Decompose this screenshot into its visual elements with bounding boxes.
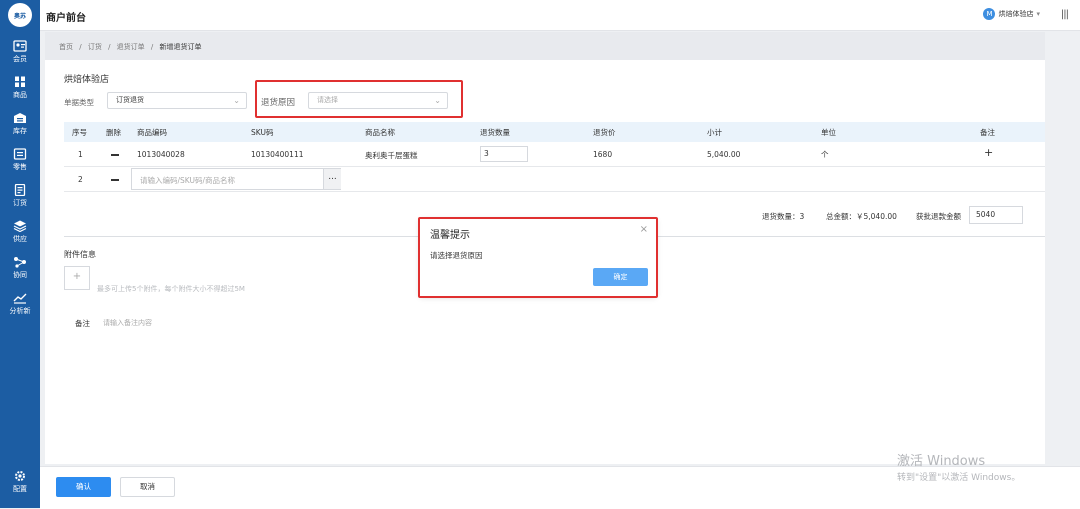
sidebar-item-analysis[interactable]: 分析新: [0, 288, 40, 324]
row-sku: 10130400111: [251, 150, 304, 159]
breadcrumb-return-orders[interactable]: 退货订单: [117, 43, 145, 51]
row-divider: [64, 166, 1045, 167]
remark-label: 备注: [75, 319, 90, 328]
col-index: 序号: [72, 128, 87, 137]
store-switcher[interactable]: M 烘焙体验店 ▾: [983, 8, 1040, 20]
add-note-icon[interactable]: +: [984, 146, 993, 159]
col-price: 退货价: [593, 128, 616, 137]
sidebar-item-inventory[interactable]: 库存: [0, 108, 40, 144]
dialog-highlight: [418, 217, 658, 298]
inventory-icon: [14, 113, 26, 123]
breadcrumb-current: 新增退货订单: [159, 43, 202, 51]
layers-icon: [13, 220, 27, 232]
row-unit: 个: [821, 150, 829, 159]
reason-highlight: [255, 80, 463, 118]
upload-button[interactable]: +: [64, 266, 90, 290]
menu-icon[interactable]: |||: [1061, 9, 1069, 20]
col-name: 商品名称: [365, 128, 395, 137]
store-name: 烘焙体验店: [998, 10, 1034, 18]
col-unit: 单位: [821, 128, 836, 137]
breadcrumb: 首页 / 订货 / 退货订单 / 新增退货订单: [45, 32, 1045, 60]
collaborate-icon: [14, 257, 26, 268]
logo-text: 奥苏: [13, 12, 26, 20]
doc-type-label: 单据类型: [64, 98, 94, 107]
row-name: 奥利奥千层蛋糕: [365, 151, 418, 160]
row-subtotal: 5,040.00: [707, 150, 741, 159]
col-subtotal: 小计: [707, 128, 722, 137]
row-code: 1013040028: [137, 150, 185, 159]
row-price: 1680: [593, 150, 613, 159]
sidebar-item-config[interactable]: 配置: [0, 466, 40, 502]
summary-total: 总金额：￥5,040.00: [826, 212, 897, 221]
sidebar-item-label: 分析新: [9, 307, 31, 315]
breadcrumb-separator: /: [150, 43, 154, 51]
store-avatar: M: [983, 8, 996, 20]
confirm-button[interactable]: 确认: [56, 477, 111, 497]
product-search-input[interactable]: 请输入编码/SKU码/商品名称: [131, 168, 341, 190]
sidebar-item-member[interactable]: 会员: [0, 36, 40, 72]
sidebar-item-label: 库存: [13, 127, 27, 135]
doc-type-value: 订货退货: [116, 96, 144, 104]
sidebar-item-label: 配置: [13, 485, 27, 493]
sidebar-item-label: 会员: [13, 55, 27, 63]
product-search-placeholder: 请输入编码/SKU码/商品名称: [140, 176, 236, 185]
order-icon: [14, 184, 26, 196]
sidebar: 奥苏 会员 商品 库存 零售 订货 供应 协同 分析新 配置: [0, 0, 40, 508]
breadcrumb-home[interactable]: 首页: [59, 43, 73, 51]
doc-type-select[interactable]: 订货退货 ⌄: [107, 92, 247, 109]
refund-input[interactable]: 5040: [969, 206, 1023, 224]
gear-icon: [15, 471, 25, 481]
sidebar-item-supply[interactable]: 供应: [0, 216, 40, 252]
qty-input[interactable]: 3: [480, 146, 528, 162]
shop-name: 烘焙体验店: [64, 75, 110, 85]
breadcrumb-separator: /: [108, 43, 111, 51]
watermark-line1: 激活 Windows: [897, 454, 986, 469]
chart-icon: [13, 293, 27, 304]
attachment-hint: 最多可上传5个附件，每个附件大小不得超过5M: [97, 285, 245, 293]
sidebar-item-label: 零售: [13, 163, 27, 171]
watermark-line2: 转到"设置"以激活 Windows。: [897, 473, 1021, 483]
col-code: 商品编码: [137, 128, 167, 137]
row-divider: [64, 191, 1045, 192]
chevron-down-icon: ▾: [1036, 10, 1040, 18]
minus-icon[interactable]: [111, 154, 119, 156]
sidebar-item-label: 商品: [13, 91, 27, 99]
cancel-button[interactable]: 取消: [120, 477, 175, 497]
table-header: [64, 122, 1045, 142]
col-delete: 删除: [106, 128, 121, 137]
row-index: 2: [78, 175, 83, 184]
row-index: 1: [78, 150, 83, 159]
summary-qty: 退货数量：3: [762, 212, 805, 221]
minus-icon[interactable]: [111, 179, 119, 181]
top-bar: 商户前台 M 烘焙体验店 ▾ |||: [40, 0, 1080, 31]
attachment-title: 附件信息: [64, 250, 96, 259]
chevron-down-icon: ⌄: [233, 96, 240, 105]
app-title: 商户前台: [46, 13, 86, 24]
sidebar-item-goods[interactable]: 商品: [0, 72, 40, 108]
sidebar-item-label: 订货: [13, 199, 27, 207]
breadcrumb-order[interactable]: 订货: [88, 43, 102, 51]
activation-watermark: 激活 Windows 转到"设置"以激活 Windows。: [897, 450, 1020, 483]
refund-label: 获批退款金额: [916, 212, 961, 221]
grid-icon: [15, 76, 25, 87]
app-logo[interactable]: 奥苏: [8, 3, 32, 27]
col-sku: SKU码: [251, 128, 274, 137]
retail-icon: [13, 148, 27, 160]
col-qty: 退货数量: [480, 128, 510, 137]
col-note: 备注: [980, 128, 995, 137]
more-icon[interactable]: ...: [323, 169, 341, 189]
sidebar-item-retail[interactable]: 零售: [0, 144, 40, 180]
sidebar-item-label: 协同: [13, 271, 27, 279]
breadcrumb-separator: /: [79, 43, 82, 51]
sidebar-item-order[interactable]: 订货: [0, 180, 40, 216]
remark-input[interactable]: 请输入备注内容: [103, 318, 152, 328]
sidebar-item-collaborate[interactable]: 协同: [0, 252, 40, 288]
member-card-icon: [13, 40, 27, 52]
sidebar-item-label: 供应: [13, 235, 27, 243]
